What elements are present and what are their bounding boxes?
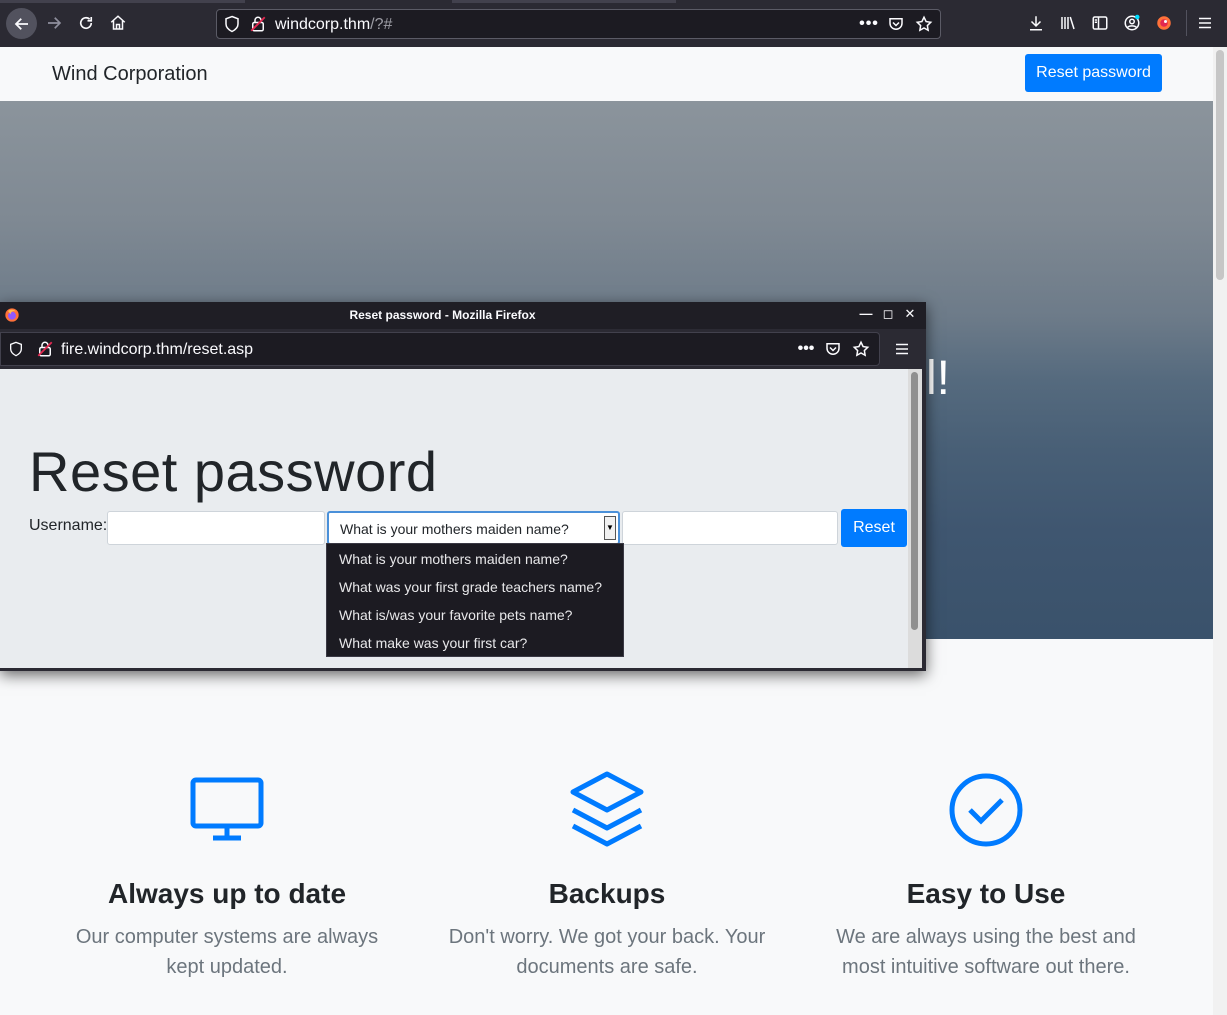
popup-url-text[interactable]: fire.windcorp.thm/reset.asp: [61, 341, 253, 359]
feature-title: Easy to Use: [906, 878, 1066, 909]
hamburger-menu-icon[interactable]: [1196, 14, 1214, 32]
url-text[interactable]: windcorp.thm/?#: [275, 16, 392, 34]
feature-text: Don't worry. We got your back. Your docum…: [448, 926, 766, 978]
bookmark-star-icon[interactable]: [915, 15, 933, 33]
brand-name[interactable]: Wind Corporation: [52, 63, 208, 86]
check-circle-icon: [946, 770, 1026, 850]
security-question-select[interactable]: What is your mothers maiden name? ▼: [327, 511, 620, 545]
home-icon: [110, 15, 126, 30]
security-question-dropdown: What is your mothers maiden name? What w…: [326, 543, 624, 657]
pocket-icon[interactable]: [824, 340, 842, 358]
shield-icon[interactable]: [8, 340, 24, 358]
bookmark-star-icon[interactable]: [852, 340, 870, 358]
feature-title: Backups: [548, 878, 666, 909]
hero-heading: l!: [926, 352, 950, 405]
minimize-button[interactable]: —: [857, 306, 875, 324]
page-actions-icon[interactable]: •••: [859, 15, 879, 33]
tab-strip-edge: [452, 0, 676, 3]
back-button[interactable]: [6, 8, 37, 39]
feature-text: Our computer systems are always kept upda…: [75, 926, 379, 978]
browser-toolbar: windcorp.thm/?# •••: [0, 0, 1227, 47]
pocket-icon[interactable]: [887, 15, 905, 33]
shield-icon[interactable]: [223, 15, 241, 33]
layers-icon: [567, 770, 647, 850]
reset-password-heading: Reset password: [29, 440, 438, 503]
feature-title: Always up to date: [107, 878, 347, 909]
hamburger-menu-icon[interactable]: [893, 340, 911, 358]
dropdown-option[interactable]: What is your mothers maiden name?: [339, 551, 568, 567]
extension-icon[interactable]: [1155, 14, 1173, 32]
popup-window-title: Reset password - Mozilla Firefox: [349, 308, 536, 322]
feature-text: We are always using the best and most int…: [836, 926, 1136, 978]
dropdown-option[interactable]: What is/was your favorite pets name?: [339, 607, 572, 623]
account-icon[interactable]: [1123, 14, 1141, 32]
feature-always-up-to-date: Always up to date Our computer systems a…: [47, 770, 407, 982]
toolbar-divider: [1186, 10, 1187, 36]
popup-url-bar[interactable]: fire.windcorp.thm/reset.asp •••: [0, 332, 880, 366]
insecure-lock-icon[interactable]: [36, 340, 54, 358]
arrow-left-icon: [14, 17, 28, 30]
selected-question: What is your mothers maiden name?: [340, 521, 569, 537]
username-input[interactable]: [107, 511, 325, 545]
reload-icon: [79, 16, 93, 30]
library-icon[interactable]: [1059, 14, 1077, 32]
popup-titlebar[interactable]: Reset password - Mozilla Firefox — ◻ ✕: [0, 302, 926, 329]
popup-page-content: Reset password Username: What is your mo…: [0, 369, 922, 668]
feature-easy-to-use: Easy to Use We are always using the best…: [806, 770, 1166, 982]
arrow-right-icon: [48, 17, 62, 29]
feature-backups: Backups Don't worry. We got your back. Y…: [427, 770, 787, 982]
monitor-icon: [187, 770, 267, 850]
page-scrollbar-thumb[interactable]: [1216, 50, 1224, 280]
site-navbar: Wind Corporation Reset password: [0, 47, 1213, 101]
reload-button[interactable]: [72, 9, 100, 37]
answer-input[interactable]: [622, 511, 838, 545]
sidebar-icon[interactable]: [1091, 14, 1109, 32]
dropdown-option[interactable]: What was your first grade teachers name?: [339, 579, 602, 595]
home-button[interactable]: [104, 9, 132, 37]
reset-password-button[interactable]: Reset password: [1025, 54, 1162, 92]
dropdown-option[interactable]: What make was your first car?: [339, 635, 527, 651]
reset-password-popup-window: Reset password - Mozilla Firefox — ◻ ✕ f…: [0, 302, 926, 671]
download-icon[interactable]: [1027, 14, 1045, 32]
popup-scrollbar-thumb[interactable]: [911, 372, 918, 630]
maximize-button[interactable]: ◻: [879, 306, 897, 324]
page-actions-icon[interactable]: •••: [796, 340, 816, 358]
close-button[interactable]: ✕: [901, 306, 919, 324]
forward-button[interactable]: [40, 9, 68, 37]
reset-submit-button[interactable]: Reset: [841, 509, 907, 547]
username-label: Username:: [29, 517, 108, 534]
insecure-lock-icon[interactable]: [249, 15, 267, 33]
dropdown-arrow-icon[interactable]: ▼: [604, 516, 616, 540]
tab-strip-edge: [0, 0, 245, 3]
url-bar[interactable]: windcorp.thm/?# •••: [216, 9, 941, 39]
